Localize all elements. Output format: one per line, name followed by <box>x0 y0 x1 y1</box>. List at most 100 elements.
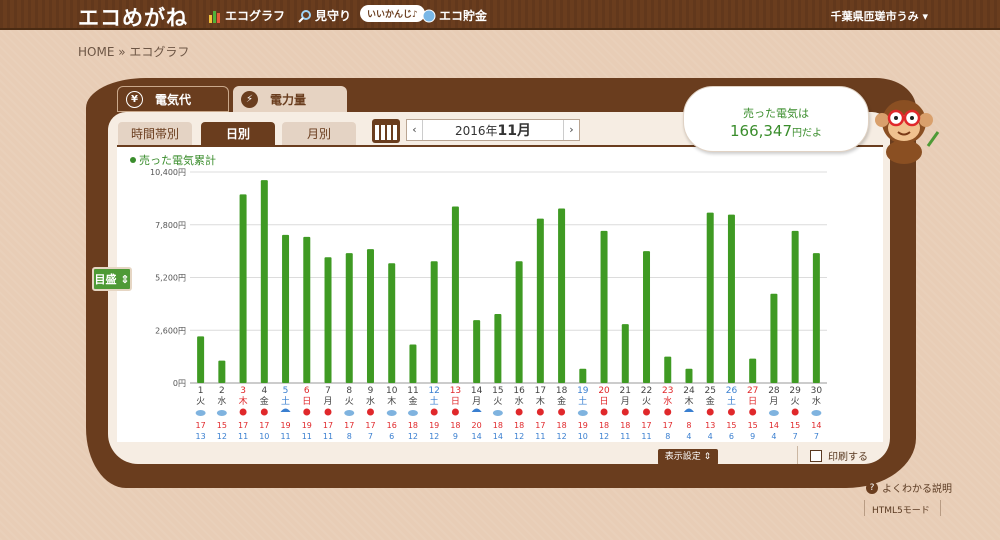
app-logo[interactable]: エコめがね <box>78 2 188 32</box>
calendar-icon[interactable] <box>372 119 400 143</box>
coin-icon <box>422 9 436 23</box>
weekday-label: 木 <box>684 395 693 407</box>
nav-watch[interactable]: 見守り <box>298 7 351 24</box>
temp-high-label: 16 <box>387 421 397 430</box>
html5-mode-link[interactable]: HTML5モード <box>872 503 930 516</box>
y-tick-label: 0円 <box>173 379 186 388</box>
day-label: 4 <box>261 386 267 396</box>
sun-icon <box>600 408 608 416</box>
day-label: 18 <box>556 386 568 396</box>
temp-high-label: 18 <box>450 421 460 430</box>
temp-low-label: 4 <box>771 432 776 441</box>
help-link[interactable]: ? よくわかる説明 <box>866 480 952 495</box>
subtab-monthly[interactable]: 月別 <box>282 122 356 145</box>
weekday-label: 木 <box>387 395 396 407</box>
sun-icon <box>643 408 651 416</box>
day-label: 20 <box>598 386 610 396</box>
day-label: 27 <box>747 386 758 396</box>
bar <box>579 368 587 383</box>
sun-cloud-icon <box>407 410 418 416</box>
print-button[interactable]: 印刷する <box>810 448 868 463</box>
bar <box>558 208 566 383</box>
temp-low-label: 8 <box>665 432 670 441</box>
temp-low-label: 13 <box>196 432 206 441</box>
sun-cloud-icon <box>577 410 588 416</box>
bar <box>494 314 502 383</box>
y-tick-label: 10,400円 <box>150 168 186 177</box>
temp-low-label: 10 <box>259 432 269 441</box>
sun-icon <box>260 408 268 416</box>
sun-icon <box>303 408 311 416</box>
tab-electricity-amount[interactable]: ⚡ 電力量 <box>233 86 347 112</box>
sun-icon <box>451 408 459 416</box>
next-month-button[interactable]: › <box>563 120 579 140</box>
temp-low-label: 9 <box>750 432 755 441</box>
weekday-label: 火 <box>642 396 651 407</box>
day-label: 21 <box>620 386 631 396</box>
header-bar: エコめがね エコグラフ 見守り いいかんじ♪ エコ貯金 千葉県匝瑳市うみ ▾ <box>0 0 1000 30</box>
day-label: 3 <box>240 386 246 396</box>
temp-low-label: 8 <box>347 432 352 441</box>
day-label: 22 <box>641 386 652 396</box>
temp-low-label: 7 <box>793 432 798 441</box>
month-navigator: ‹ 2016年11月 › <box>406 119 580 141</box>
temp-low-label: 11 <box>238 432 248 441</box>
lightning-icon: ⚡ <box>241 90 258 108</box>
temp-low-label: 11 <box>641 432 651 441</box>
temp-high-label: 15 <box>790 421 800 430</box>
weekday-label: 日 <box>600 396 609 407</box>
day-label: 25 <box>704 386 715 396</box>
bar <box>536 218 544 383</box>
bar <box>345 253 353 383</box>
bar <box>812 253 820 383</box>
temp-high-label: 8 <box>686 421 691 430</box>
magnifier-icon <box>298 9 312 23</box>
temp-high-label: 14 <box>769 421 779 430</box>
nav-label: 見守り <box>315 9 352 23</box>
bar-chart-icon <box>208 9 222 23</box>
tab-electricity-cost[interactable]: ¥ 電気代 <box>117 86 229 112</box>
weekday-label: 日 <box>451 396 460 407</box>
sun-cloud-icon <box>216 410 227 416</box>
bar <box>430 261 438 383</box>
divider <box>940 500 941 516</box>
bar <box>260 180 268 383</box>
sun-icon <box>324 408 332 416</box>
question-icon: ? <box>866 481 878 494</box>
day-label: 14 <box>471 386 483 396</box>
day-label: 28 <box>768 386 780 396</box>
day-label: 26 <box>726 386 738 396</box>
temp-high-label: 17 <box>344 421 354 430</box>
temp-high-label: 19 <box>578 421 588 430</box>
day-label: 30 <box>811 386 823 396</box>
bar <box>515 261 523 383</box>
tab-label: 電力量 <box>270 92 307 107</box>
temp-high-label: 15 <box>726 421 736 430</box>
bar <box>770 293 778 383</box>
sold-label: 売った電気は <box>743 107 809 120</box>
bar <box>791 230 799 383</box>
sun-icon <box>558 408 566 416</box>
weekday-label: 土 <box>281 395 290 407</box>
nav-eco-graph[interactable]: エコグラフ <box>208 7 285 24</box>
day-label: 12 <box>428 386 439 396</box>
temp-high-label: 18 <box>493 421 503 430</box>
temp-high-label: 17 <box>323 421 333 430</box>
display-settings-button[interactable]: 表示設定 ⇕ <box>658 449 718 465</box>
user-menu[interactable]: 千葉県匝瑳市うみ ▾ <box>831 8 928 24</box>
temp-low-label: 11 <box>620 432 630 441</box>
weekday-label: 火 <box>493 396 502 407</box>
subtab-daily[interactable]: 日別 <box>201 122 275 145</box>
prev-month-button[interactable]: ‹ <box>407 120 423 140</box>
day-label: 29 <box>789 386 801 396</box>
temp-high-label: 19 <box>280 421 290 430</box>
bar <box>239 194 247 383</box>
nav-eco-savings[interactable]: エコ貯金 <box>422 7 487 24</box>
divider <box>797 446 798 464</box>
divider <box>864 500 865 516</box>
daily-cost-bar-chart: 0円2,600円5,200円7,800円10,400円1火17132水15123… <box>150 168 827 441</box>
subtab-hourly[interactable]: 時間帯別 <box>118 122 192 145</box>
weekday-label: 火 <box>791 396 800 407</box>
day-label: 13 <box>450 386 461 396</box>
weekday-label: 月 <box>621 396 630 407</box>
